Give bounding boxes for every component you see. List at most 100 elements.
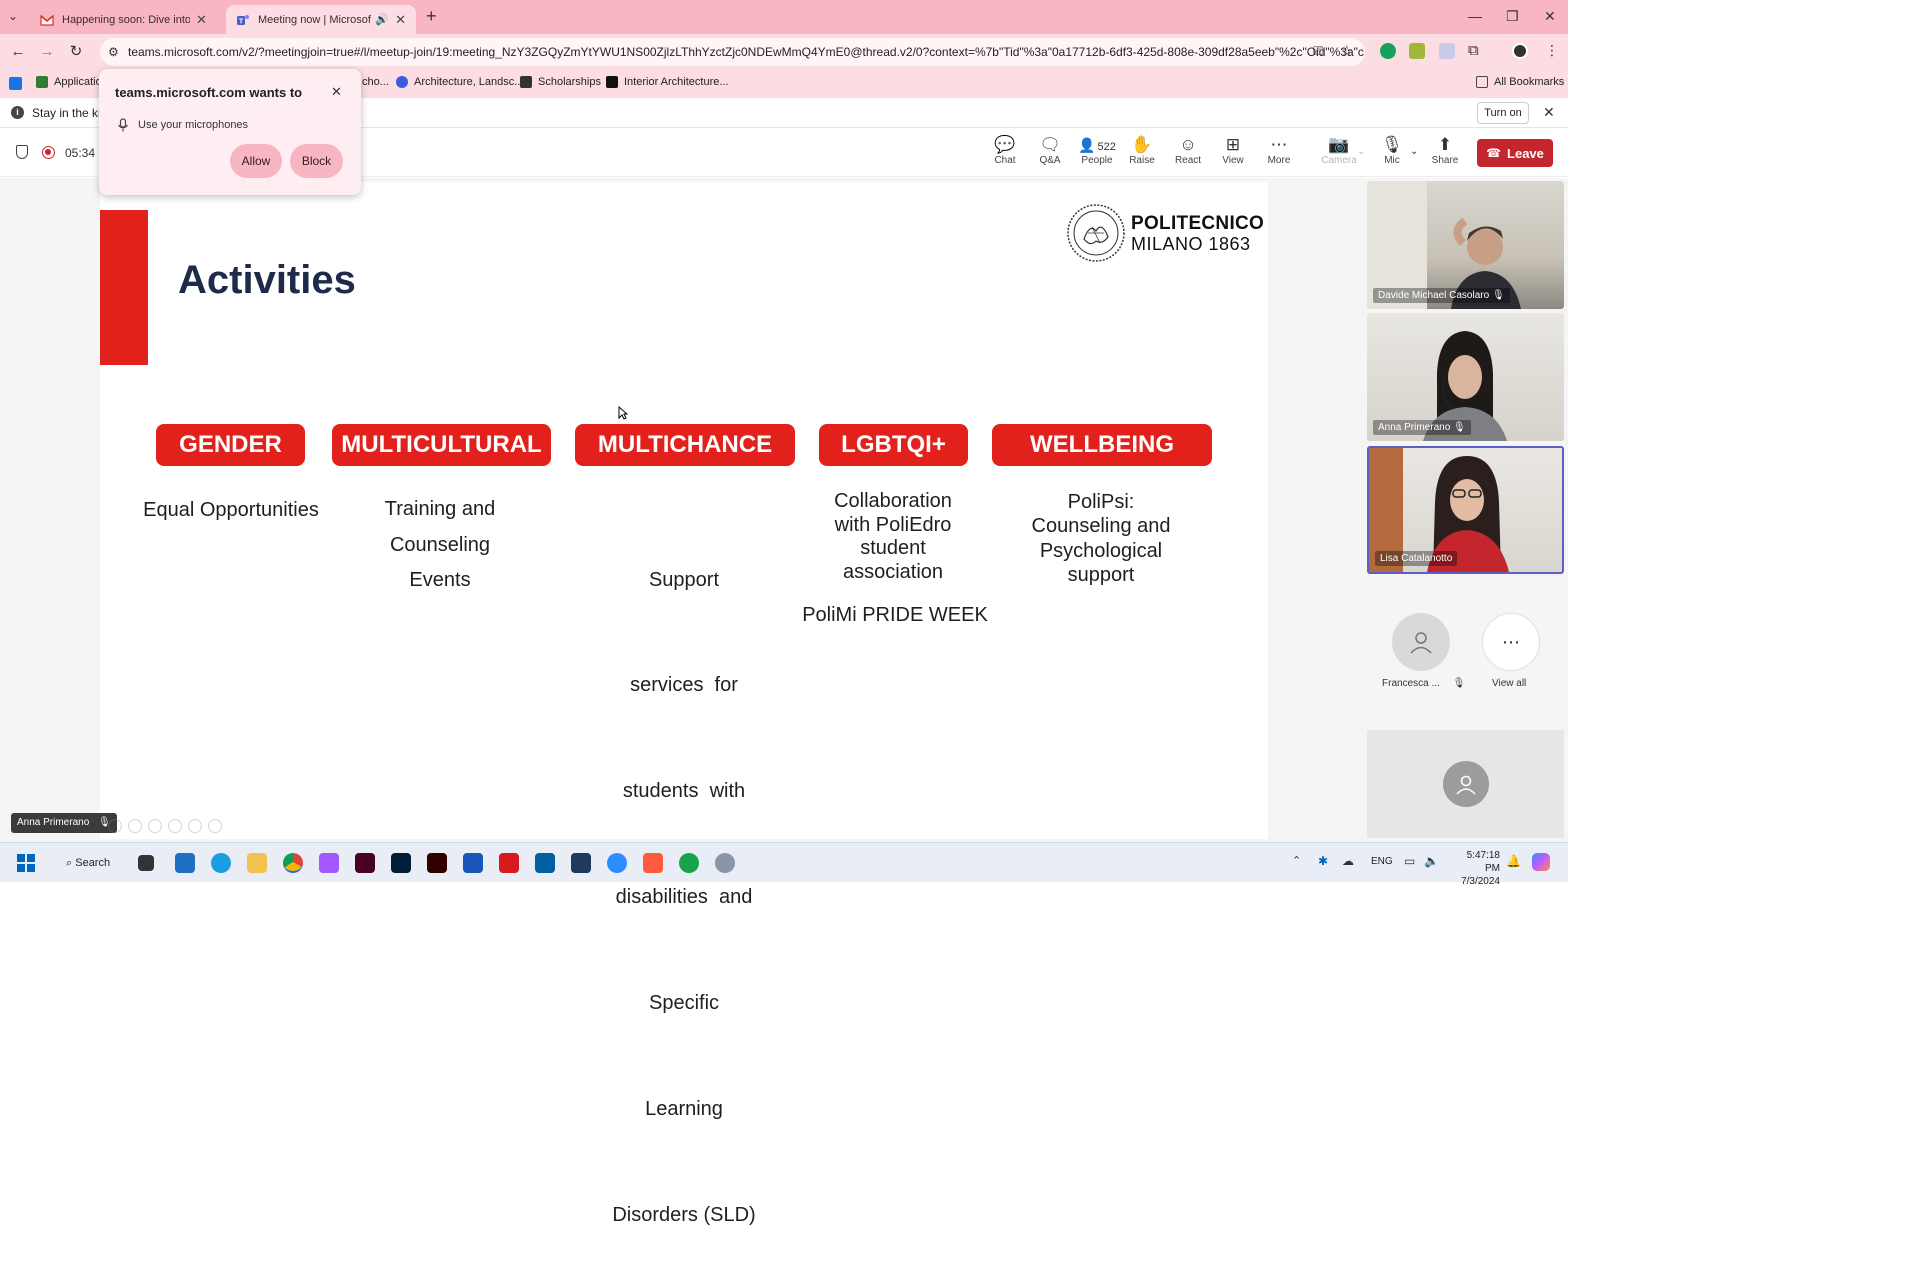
network-icon[interactable]: ▭ bbox=[1404, 854, 1415, 868]
camera-options-chevron-icon[interactable]: ⌄ bbox=[1357, 146, 1365, 157]
zoom-icon[interactable] bbox=[607, 853, 627, 873]
restore-icon[interactable]: ❐ bbox=[1506, 8, 1519, 25]
profile-avatar[interactable] bbox=[1512, 43, 1528, 59]
bookmark-item[interactable]: Scholarships bbox=[520, 76, 601, 88]
language-indicator[interactable]: ENG bbox=[1371, 856, 1393, 867]
extension-grammarly-icon[interactable] bbox=[1380, 43, 1396, 59]
mic-options-chevron-icon[interactable]: ⌄ bbox=[1410, 146, 1418, 157]
window-close-icon[interactable]: ✕ bbox=[1544, 8, 1556, 25]
tab-gmail[interactable]: Happening soon: Dive into Cam ✕ bbox=[30, 5, 226, 34]
site-info-icon[interactable]: ⚙ bbox=[108, 38, 119, 66]
people-button[interactable]: 👤 522 People bbox=[1074, 135, 1120, 166]
archdaily-icon bbox=[606, 76, 618, 88]
sketchup-icon[interactable] bbox=[535, 853, 555, 873]
camera-off-icon: 📷 bbox=[1328, 135, 1350, 154]
more-button[interactable]: ⋯ More bbox=[1257, 135, 1301, 166]
back-icon[interactable]: ← bbox=[9, 43, 27, 61]
bookmark-item[interactable]: Architecture, Landsc... bbox=[396, 76, 523, 88]
chat-button[interactable]: 💬 Chat bbox=[983, 135, 1027, 166]
tab-teams[interactable]: T Meeting now | Microsoft Te 🔊 ✕ bbox=[226, 5, 416, 34]
onedrive-icon[interactable]: ☁ bbox=[1342, 854, 1354, 868]
participant-avatar-name: Francesca ... 🎙 bbox=[1382, 678, 1466, 689]
illustrator-icon[interactable] bbox=[427, 853, 447, 873]
revit-icon[interactable] bbox=[463, 853, 483, 873]
tray-overflow-icon[interactable]: ⌃ bbox=[1292, 854, 1301, 867]
address-bar[interactable]: ⚙ teams.microsoft.com/v2/?meetingjoin=tr… bbox=[100, 38, 1365, 66]
mic-button[interactable]: 🎙 Mic bbox=[1370, 135, 1414, 166]
bookmark-item[interactable]: Interior Architecture... bbox=[606, 76, 729, 88]
pen-icon[interactable] bbox=[148, 819, 162, 833]
bookmark-item[interactable]: cho... bbox=[362, 76, 389, 88]
install-app-icon[interactable]: ⎚ bbox=[1313, 43, 1323, 59]
app-icon[interactable] bbox=[679, 853, 699, 873]
view-button[interactable]: ⊞ View bbox=[1211, 135, 1255, 166]
popup-close-icon[interactable]: ✕ bbox=[331, 84, 342, 100]
mic-muted-icon: 🎙 bbox=[1453, 422, 1466, 433]
self-view-tile[interactable] bbox=[1367, 730, 1564, 838]
tab-close-icon[interactable]: ✕ bbox=[395, 12, 406, 28]
figma-icon[interactable] bbox=[319, 853, 339, 873]
extension-shield-icon[interactable] bbox=[1439, 43, 1455, 59]
app-icon[interactable] bbox=[643, 853, 663, 873]
new-tab-icon[interactable]: + bbox=[426, 6, 437, 27]
microphone-permission-popup: teams.microsoft.com wants to ✕ Use your … bbox=[99, 69, 361, 195]
turn-on-button[interactable]: Turn on bbox=[1477, 102, 1529, 124]
shield-icon bbox=[16, 145, 28, 159]
file-explorer-icon[interactable] bbox=[247, 853, 267, 873]
taskbar-search[interactable]: ⌕ Search bbox=[57, 852, 125, 874]
allow-button[interactable]: Allow bbox=[230, 144, 282, 178]
scholarship-icon bbox=[520, 76, 532, 88]
slide-controls[interactable] bbox=[108, 819, 222, 833]
photoshop-icon[interactable] bbox=[391, 853, 411, 873]
extensions-puzzle-icon[interactable]: ⧉ bbox=[1468, 42, 1479, 59]
minimize-icon[interactable]: — bbox=[1468, 8, 1482, 24]
more-options-icon[interactable] bbox=[208, 819, 222, 833]
widgets-icon[interactable] bbox=[175, 853, 195, 873]
settings-icon[interactable] bbox=[715, 853, 735, 873]
slides-grid-icon[interactable] bbox=[168, 819, 182, 833]
reload-icon[interactable]: ↻ bbox=[67, 43, 85, 61]
raise-hand-button[interactable]: ✋ Raise bbox=[1120, 135, 1164, 166]
share-button[interactable]: ⬆ Share bbox=[1423, 135, 1467, 166]
autocad-icon[interactable] bbox=[499, 853, 519, 873]
chrome-icon[interactable] bbox=[283, 853, 303, 873]
bookmark-star-icon[interactable]: ☆ bbox=[1340, 42, 1353, 60]
tab-search-button[interactable]: ⌄ bbox=[8, 9, 18, 23]
extension-icon[interactable] bbox=[1409, 43, 1425, 59]
participant-avatar[interactable] bbox=[1392, 613, 1450, 671]
speaker-icon[interactable]: 🔊 bbox=[375, 13, 389, 26]
bookmark-item[interactable]: Applicatio bbox=[36, 76, 102, 88]
react-button[interactable]: ☺ React bbox=[1166, 135, 1210, 166]
forward-icon[interactable]: → bbox=[38, 43, 56, 61]
notification-bell-icon[interactable]: 🔔 bbox=[1506, 854, 1521, 868]
view-all-button[interactable]: ⋯ bbox=[1482, 613, 1540, 671]
info-close-icon[interactable]: ✕ bbox=[1543, 104, 1555, 121]
next-slide-icon[interactable] bbox=[128, 819, 142, 833]
participant-tile[interactable]: Davide Michael Casolaro 🎙 bbox=[1367, 181, 1564, 309]
block-button[interactable]: Block bbox=[290, 144, 343, 178]
edge-icon[interactable] bbox=[211, 853, 231, 873]
info-text: Stay in the kn bbox=[32, 106, 105, 120]
windows-start-icon[interactable] bbox=[17, 854, 35, 872]
volume-icon[interactable]: 🔈 bbox=[1424, 854, 1439, 868]
multicultural-description: Training and Counseling Events bbox=[384, 498, 496, 591]
browser-menu-icon[interactable]: ⋮ bbox=[1545, 42, 1559, 59]
copilot-icon[interactable] bbox=[1532, 853, 1550, 871]
zoom-icon[interactable] bbox=[188, 819, 202, 833]
task-view-icon[interactable] bbox=[138, 855, 154, 871]
svg-text:T: T bbox=[239, 18, 244, 25]
participant-tile[interactable]: Anna Primerano 🎙 bbox=[1367, 313, 1564, 441]
tab-close-icon[interactable]: ✕ bbox=[196, 12, 207, 28]
participant-tile-speaking[interactable]: Lisa Catalanotto bbox=[1367, 446, 1564, 574]
windows-taskbar: ⌕ Search ⌃ ✱ ☁ ENG ▭ 🔈 5:47:18 PM 7/3/20… bbox=[0, 842, 1568, 887]
clock[interactable]: 5:47:18 PM 7/3/2024 bbox=[1452, 849, 1500, 888]
all-bookmarks[interactable]: All Bookmarks bbox=[1476, 76, 1564, 88]
leave-button[interactable]: ☎ Leave bbox=[1477, 139, 1553, 167]
apps-grid-icon[interactable] bbox=[9, 77, 22, 90]
indesign-icon[interactable] bbox=[355, 853, 375, 873]
camera-button[interactable]: 📷 Camera bbox=[1317, 135, 1361, 166]
app-icon[interactable] bbox=[571, 853, 591, 873]
qa-button[interactable]: 🗨 Q&A bbox=[1028, 135, 1072, 166]
bluetooth-icon[interactable]: ✱ bbox=[1318, 854, 1328, 868]
prev-slide-icon[interactable] bbox=[108, 819, 122, 833]
